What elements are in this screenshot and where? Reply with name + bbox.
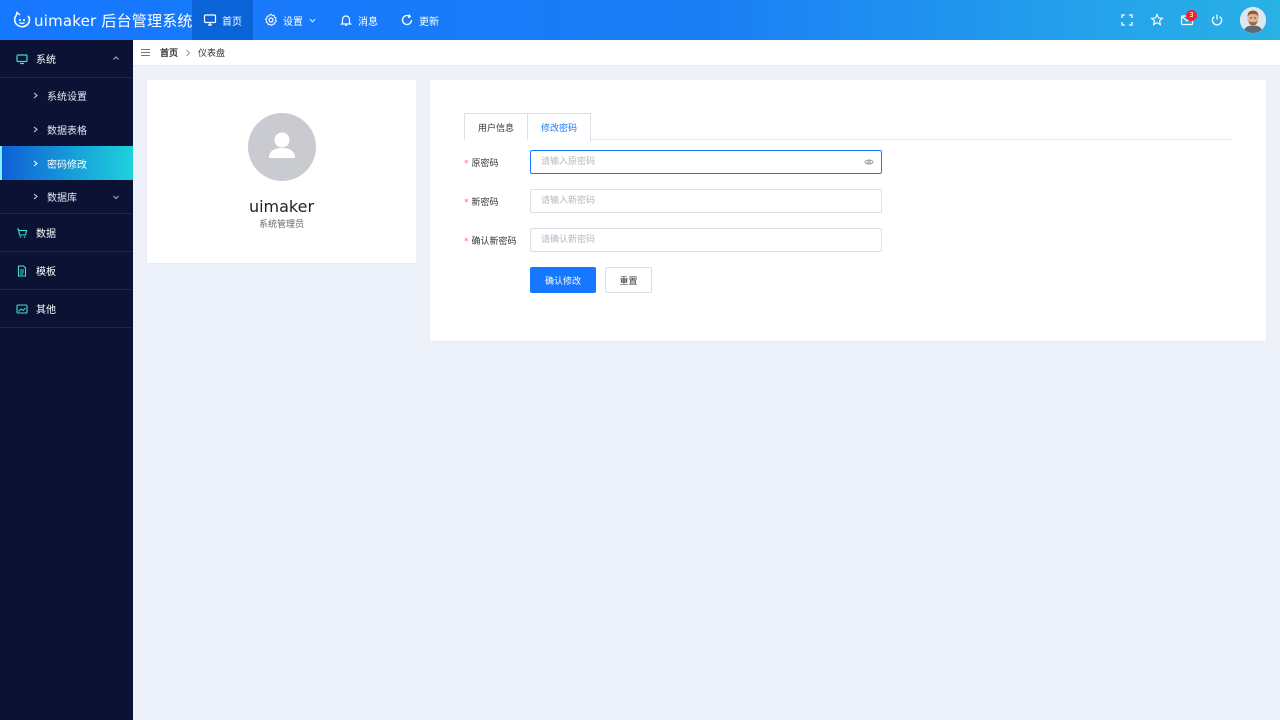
monitor-icon (203, 14, 217, 26)
sidebar-group-label: 系统 (36, 55, 56, 66)
breadcrumb-current: 仪表盘 (198, 49, 226, 59)
sidebar-item-change-password[interactable]: 密码修改 (0, 146, 133, 180)
sidebar-item-label: 数据表格 (47, 125, 87, 137)
user-avatar[interactable] (1240, 7, 1266, 33)
cart-icon (17, 227, 28, 238)
sidebar-group-label: 其他 (36, 305, 56, 316)
favorites-button[interactable] (1142, 0, 1172, 40)
tab-change-password[interactable]: 修改密码 (528, 113, 592, 141)
chevron-right-icon (33, 160, 38, 166)
document-icon (17, 264, 27, 277)
chevron-up-icon (113, 56, 119, 60)
old-password-label: * 原密码 (464, 158, 499, 169)
profile-card: uimaker 系统管理员 (147, 80, 416, 263)
chevron-down-icon (113, 195, 119, 200)
sidebar: 系统 系统设置 数据表格 密码修改 数据库 数据 模板 其他 (0, 40, 133, 720)
mail-button[interactable]: 3 (1172, 0, 1202, 40)
sidebar-group-template[interactable]: 模板 (0, 252, 133, 290)
reset-button[interactable]: 重置 (605, 267, 652, 293)
form-row-old-password: * 原密码 (464, 150, 882, 174)
refresh-icon (401, 14, 413, 26)
tab-bar: 用户信息 修改密码 (464, 113, 1232, 141)
form-row-new-password: * 新密码 (464, 189, 882, 213)
power-icon (1211, 14, 1223, 26)
chevron-right-icon (33, 193, 38, 200)
user-icon (269, 132, 295, 158)
topnav-messages-label: 消息 (358, 16, 378, 28)
tab-user-info[interactable]: 用户信息 (464, 113, 529, 140)
sidebar-item-label: 数据库 (47, 193, 77, 204)
topnav-home-label: 首页 (222, 16, 242, 28)
confirm-password-label: * 确认新密码 (464, 236, 517, 247)
new-password-input[interactable] (530, 189, 882, 213)
menu-toggle-icon[interactable] (140, 47, 151, 58)
top-right-tools: 3 (1112, 0, 1266, 40)
profile-name: uimaker (248, 197, 315, 216)
chevron-right-icon (33, 126, 38, 132)
topnav-update[interactable]: 更新 (389, 0, 450, 40)
mail-badge: 3 (1186, 10, 1197, 21)
new-password-label: * 新密码 (464, 197, 499, 208)
sidebar-group-label: 数据 (36, 229, 56, 240)
user-avatar-image (1240, 7, 1266, 33)
chevron-down-icon (309, 18, 316, 22)
fullscreen-button[interactable] (1112, 0, 1142, 40)
logout-button[interactable] (1202, 0, 1232, 40)
star-icon (1150, 13, 1164, 26)
password-form-card: 用户信息 修改密码 * 原密码 * 新密码 * 确认新密码 确认修改 重置 (430, 80, 1266, 341)
sidebar-item-system-settings[interactable]: 系统设置 (0, 78, 133, 112)
old-password-input[interactable] (530, 150, 882, 174)
breadcrumb: 首页 仪表盘 (133, 40, 1280, 66)
fullscreen-icon (1121, 14, 1133, 26)
form-row-confirm-password: * 确认新密码 (464, 228, 882, 252)
image-icon (16, 303, 28, 314)
topnav-update-label: 更新 (419, 16, 439, 28)
gear-icon (264, 13, 278, 27)
logo[interactable]: uimaker 后台管理系统 (12, 0, 193, 40)
logo-mark-icon (13, 11, 31, 28)
topnav-messages[interactable]: 消息 (328, 0, 389, 40)
profile-role: 系统管理员 (258, 220, 304, 230)
sidebar-group-data[interactable]: 数据 (0, 214, 133, 252)
bell-icon (340, 15, 352, 26)
sidebar-group-system[interactable]: 系统 (0, 40, 133, 78)
topnav-home[interactable]: 首页 (192, 0, 253, 40)
sidebar-item-label: 密码修改 (47, 159, 87, 171)
topnav-settings-label: 设置 (283, 16, 303, 28)
top-nav: 首页 设置 消息 更新 (192, 0, 450, 40)
sidebar-item-database[interactable]: 数据库 (0, 180, 133, 214)
required-mark: * (464, 197, 469, 208)
profile-avatar (248, 113, 316, 181)
chevron-right-icon (186, 49, 191, 56)
sidebar-item-label: 系统设置 (47, 91, 87, 103)
required-mark: * (464, 236, 469, 247)
breadcrumb-home[interactable]: 首页 (160, 46, 178, 59)
sidebar-group-label: 模板 (36, 267, 56, 278)
eye-icon[interactable] (864, 157, 874, 167)
required-mark: * (464, 158, 469, 169)
confirm-password-input[interactable] (530, 228, 882, 252)
confirm-change-button[interactable]: 确认修改 (530, 267, 596, 293)
sidebar-item-data-table[interactable]: 数据表格 (0, 112, 133, 146)
monitor-icon (16, 53, 28, 64)
sidebar-group-other[interactable]: 其他 (0, 290, 133, 328)
chevron-right-icon (33, 92, 38, 98)
topnav-settings[interactable]: 设置 (253, 0, 328, 40)
app-title: uimaker 后台管理系统 (34, 11, 193, 30)
top-bar: uimaker 后台管理系统 首页 设置 消息 更新 3 (0, 0, 1280, 40)
